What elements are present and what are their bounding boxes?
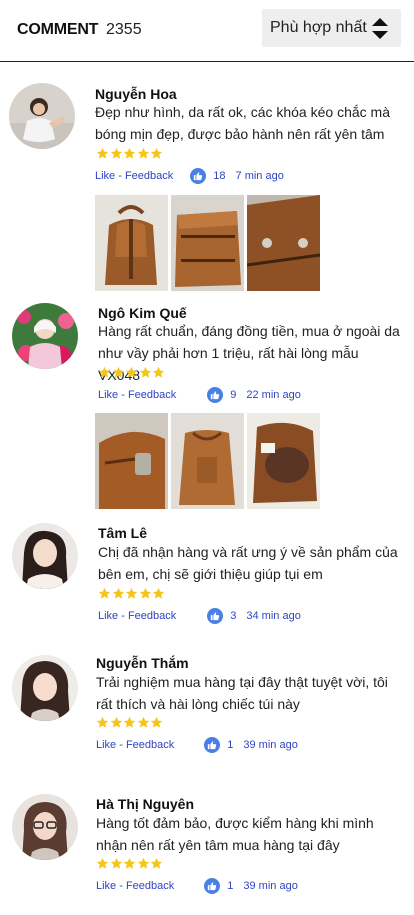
- star-icon: [96, 716, 109, 729]
- commenter-name: Hà Thị Nguyên: [96, 796, 195, 812]
- thumbs-up-icon[interactable]: [190, 168, 207, 184]
- star-icon: [110, 147, 123, 160]
- sort-updown-icon: [372, 18, 388, 39]
- sort-selected-value: Phù hợp nhất: [270, 19, 367, 36]
- comments-header: COMMENT 2355 Phù hợp nhất: [0, 0, 414, 62]
- comment-text: Trải nghiệm mua hàng tại đây thật tuyệt …: [96, 674, 388, 712]
- commenter-name: Ngô Kim Quế: [98, 305, 187, 321]
- thumbs-up-icon[interactable]: [204, 878, 221, 894]
- star-rating: [98, 366, 166, 380]
- star-icon: [98, 587, 111, 600]
- star-icon: [139, 587, 152, 600]
- review-photo[interactable]: [247, 195, 320, 291]
- star-icon: [112, 587, 125, 600]
- avatar: [12, 655, 78, 721]
- comment-text: Chị đã nhận hàng và rất ưng ý về sản phẩ…: [98, 544, 398, 582]
- star-icon: [150, 857, 163, 870]
- comment-photos: [95, 195, 320, 291]
- avatar: [12, 303, 78, 369]
- comments-title: COMMENT: [17, 21, 99, 38]
- star-icon: [150, 147, 163, 160]
- comment-time: 34 min ago: [246, 610, 301, 622]
- comment-meta: Like - Feedback 9 22 min ago: [98, 386, 301, 404]
- like-count: 9: [230, 389, 237, 401]
- comment-meta: Like - Feedback 18 7 min ago: [95, 167, 284, 185]
- review-photo[interactable]: [95, 195, 168, 291]
- like-count: 1: [227, 739, 234, 751]
- star-rating: [96, 857, 164, 871]
- star-icon: [96, 857, 109, 870]
- star-icon: [123, 857, 136, 870]
- star-icon: [110, 716, 123, 729]
- like-count: 1: [227, 880, 234, 892]
- star-icon: [152, 587, 165, 600]
- star-icon: [137, 857, 150, 870]
- star-rating: [96, 716, 164, 730]
- star-icon: [137, 147, 150, 160]
- review-photo[interactable]: [171, 413, 244, 509]
- thumbs-up-icon[interactable]: [204, 737, 221, 753]
- comments-count: 2355: [106, 21, 142, 38]
- comment-photos: [95, 413, 320, 509]
- comment-text: Hàng tốt đảm bảo, được kiểm hàng khi mìn…: [96, 815, 374, 853]
- comment-meta: Like - Feedback 1 39 min ago: [96, 736, 298, 754]
- star-icon: [123, 716, 136, 729]
- star-icon: [125, 366, 138, 379]
- review-photo[interactable]: [95, 413, 168, 509]
- comment-meta: Like - Feedback 1 39 min ago: [96, 877, 298, 895]
- star-icon: [150, 716, 163, 729]
- star-icon: [139, 366, 152, 379]
- commenter-name: Nguyễn Hoa: [95, 86, 177, 102]
- comment-text: Đẹp như hình, da rất ok, các khóa kéo ch…: [95, 104, 390, 142]
- comment-time: 39 min ago: [243, 880, 298, 892]
- like-feedback-link[interactable]: Like - Feedback: [96, 880, 174, 892]
- comment-time: 39 min ago: [243, 739, 298, 751]
- comment-time: 22 min ago: [246, 389, 301, 401]
- review-photo[interactable]: [171, 195, 244, 291]
- star-rating: [96, 147, 164, 161]
- comment-time: 7 min ago: [235, 170, 284, 182]
- star-icon: [98, 366, 111, 379]
- sort-dropdown[interactable]: Phù hợp nhất: [262, 9, 401, 47]
- review-photo[interactable]: [247, 413, 320, 509]
- star-icon: [112, 366, 125, 379]
- star-icon: [137, 716, 150, 729]
- comment-meta: Like - Feedback 3 34 min ago: [98, 607, 301, 625]
- star-rating: [98, 587, 166, 601]
- like-feedback-link[interactable]: Like - Feedback: [96, 739, 174, 751]
- avatar: [12, 523, 78, 589]
- commenter-name: Nguyễn Thắm: [96, 655, 189, 671]
- thumbs-up-icon[interactable]: [207, 387, 224, 403]
- avatar: [12, 794, 78, 860]
- star-icon: [125, 587, 138, 600]
- star-icon: [96, 147, 109, 160]
- star-icon: [123, 147, 136, 160]
- commenter-name: Tâm Lê: [98, 525, 148, 541]
- star-icon: [152, 366, 165, 379]
- like-feedback-link[interactable]: Like - Feedback: [95, 170, 173, 182]
- star-icon: [110, 857, 123, 870]
- like-feedback-link[interactable]: Like - Feedback: [98, 389, 176, 401]
- like-count: 18: [213, 170, 226, 182]
- like-feedback-link[interactable]: Like - Feedback: [98, 610, 176, 622]
- like-count: 3: [230, 610, 237, 622]
- thumbs-up-icon[interactable]: [207, 608, 224, 624]
- avatar: [9, 83, 75, 149]
